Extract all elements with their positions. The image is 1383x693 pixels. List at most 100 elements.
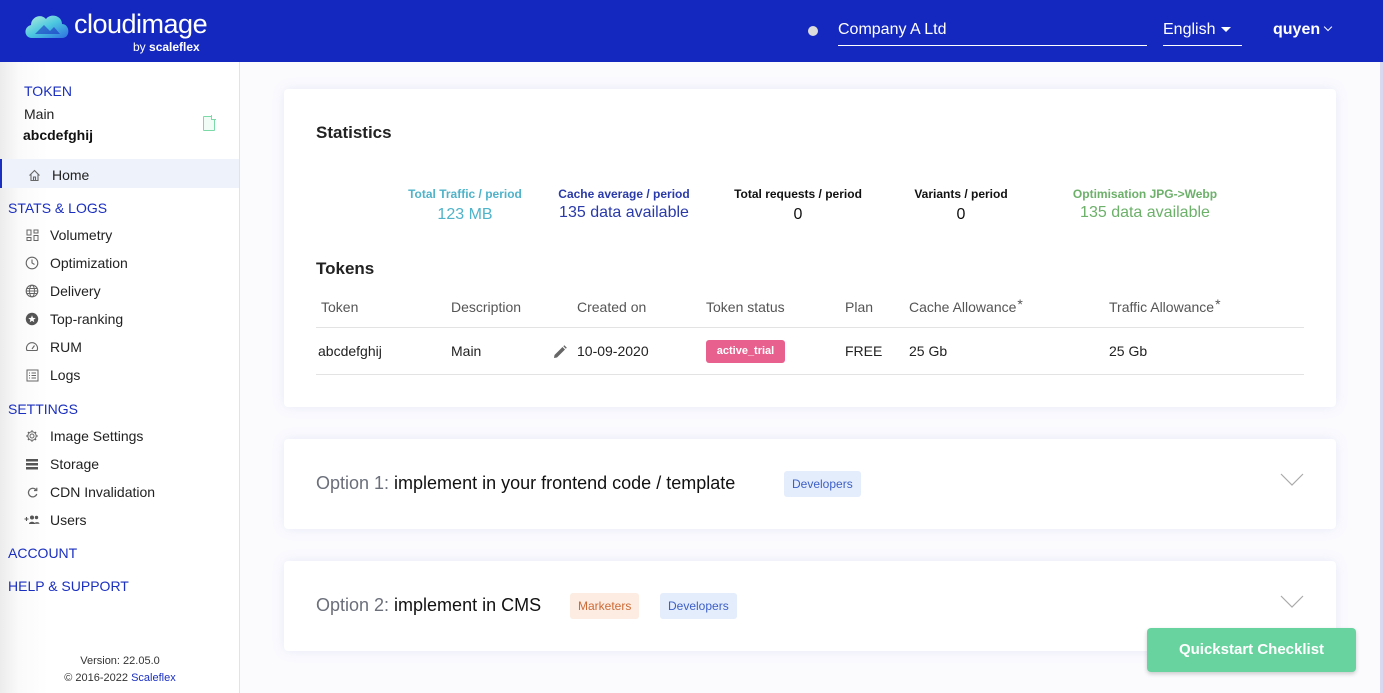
top-header: cloudimage by scaleflex Company A Ltd En… bbox=[0, 0, 1383, 62]
stat-label: Total Traffic / period bbox=[408, 187, 522, 201]
sidebar-item-image-settings[interactable]: Image Settings bbox=[24, 425, 143, 447]
stat-optimisation-webp: Optimisation JPG->Webp 135 data availabl… bbox=[1070, 187, 1220, 222]
clock-icon bbox=[24, 255, 40, 271]
refresh-icon bbox=[24, 484, 40, 500]
stat-total-traffic: Total Traffic / period 123 MB bbox=[396, 187, 534, 224]
token-description: Main bbox=[24, 106, 55, 122]
sidebar-item-home[interactable]: Home bbox=[26, 164, 89, 186]
copyright-text: © 2016-2022 Scaleflex bbox=[64, 672, 176, 684]
pencil-edit-icon[interactable] bbox=[552, 344, 568, 360]
version-text: Version: 22.05.0 bbox=[80, 655, 160, 667]
status-badge: active_trial bbox=[706, 340, 785, 363]
caret-down-icon bbox=[1221, 27, 1232, 33]
tag-developers: Developers bbox=[660, 593, 737, 619]
gear-icon bbox=[24, 428, 40, 444]
chevron-down-icon bbox=[1323, 22, 1333, 32]
stat-cache-average: Cache average / period 135 data availabl… bbox=[552, 187, 696, 222]
cell-created-on: 10-09-2020 bbox=[577, 343, 649, 359]
column-header-token-status: Token status bbox=[706, 299, 785, 315]
cell-description: Main bbox=[451, 343, 482, 359]
tag-marketers: Marketers bbox=[570, 593, 640, 619]
table-divider bbox=[316, 374, 1304, 375]
company-selector[interactable]: Company A Ltd bbox=[838, 18, 1147, 46]
users-icon bbox=[24, 512, 40, 528]
column-header-token: Token bbox=[321, 299, 359, 315]
list-icon bbox=[24, 367, 40, 383]
user-name: quyen bbox=[1273, 21, 1321, 38]
token-label: TOKEN bbox=[24, 83, 72, 99]
stat-label: Variants / period bbox=[914, 187, 1008, 201]
cell-traffic-allowance: 25 Gb bbox=[1109, 343, 1148, 359]
user-menu[interactable]: quyen bbox=[1273, 21, 1333, 39]
sidebar-item-label: Home bbox=[52, 167, 90, 183]
storage-icon bbox=[24, 456, 40, 472]
language-selector[interactable]: English bbox=[1163, 18, 1242, 46]
column-header-description: Description bbox=[451, 299, 522, 315]
column-header-cache-allowance: Cache Allowance* bbox=[909, 296, 1023, 315]
sidebar-item-top-ranking[interactable]: Top-ranking bbox=[24, 308, 123, 330]
tag-developers: Developers bbox=[784, 471, 861, 497]
stat-label: Optimisation JPG->Webp bbox=[1072, 187, 1218, 201]
stat-value: 0 bbox=[956, 206, 966, 223]
cloud-logo-icon bbox=[25, 15, 69, 38]
sidebar-section-settings[interactable]: SETTINGS bbox=[8, 401, 78, 417]
stat-variants: Variants / period 0 bbox=[904, 187, 1018, 224]
sidebar-item-storage[interactable]: Storage bbox=[24, 453, 99, 475]
sidebar-section-help-support[interactable]: HELP & SUPPORT bbox=[8, 578, 129, 594]
cell-token: abcdefghij bbox=[318, 343, 382, 359]
stat-value: 0 bbox=[793, 206, 803, 223]
sidebar-item-users[interactable]: Users bbox=[24, 509, 87, 531]
sidebar-item-optimization[interactable]: Optimization bbox=[24, 252, 128, 274]
sidebar-item-rum[interactable]: RUM bbox=[24, 336, 82, 358]
option-1-title: Option 1: implement in your frontend cod… bbox=[316, 473, 736, 493]
column-header-traffic-allowance: Traffic Allowance* bbox=[1109, 296, 1221, 315]
star-circle-icon bbox=[24, 311, 40, 327]
sidebar-item-label: Delivery bbox=[50, 283, 101, 299]
language-label: English bbox=[1163, 21, 1216, 38]
token-value: abcdefghij bbox=[23, 127, 94, 143]
sidebar-section-stats-logs[interactable]: STATS & LOGS bbox=[8, 200, 107, 216]
stat-total-requests: Total requests / period 0 bbox=[730, 187, 866, 224]
option-1-accordion[interactable]: Option 1: implement in your frontend cod… bbox=[284, 439, 1336, 529]
column-header-created-on: Created on bbox=[577, 299, 647, 315]
cloudimage-logo[interactable]: cloudimage by scaleflex bbox=[22, 8, 222, 56]
home-icon bbox=[26, 167, 42, 183]
sidebar-item-label: RUM bbox=[50, 339, 82, 355]
statistics-title: Statistics bbox=[316, 123, 392, 142]
sidebar-item-label: Top-ranking bbox=[50, 311, 124, 327]
brand-subtitle: by scaleflex bbox=[133, 40, 200, 54]
grid-icon bbox=[24, 227, 40, 243]
tokens-title: Tokens bbox=[316, 259, 375, 278]
sidebar-item-label: Volumetry bbox=[50, 227, 113, 243]
copy-icon[interactable] bbox=[203, 115, 216, 131]
statistics-card: Statistics Total Traffic / period 123 MB… bbox=[284, 89, 1336, 407]
sidebar-item-logs[interactable]: Logs bbox=[24, 364, 80, 386]
table-divider bbox=[316, 327, 1304, 328]
stat-value: 135 data available bbox=[1080, 204, 1210, 221]
cell-cache-allowance: 25 Gb bbox=[909, 343, 948, 359]
chevron-down-icon[interactable] bbox=[1280, 473, 1304, 487]
sidebar-section-account[interactable]: ACCOUNT bbox=[8, 545, 77, 561]
stat-value: 123 MB bbox=[437, 206, 493, 223]
sidebar-item-label: Logs bbox=[50, 367, 81, 383]
chevron-down-icon[interactable] bbox=[1280, 595, 1304, 609]
cell-plan: FREE bbox=[845, 343, 883, 359]
sidebar-item-label: Users bbox=[50, 512, 87, 528]
sidebar-item-label: Image Settings bbox=[50, 428, 144, 444]
sidebar-item-label: Storage bbox=[50, 456, 100, 472]
status-dot bbox=[808, 26, 818, 36]
sidebar-item-label: Optimization bbox=[50, 255, 128, 271]
sidebar-item-label: CDN Invalidation bbox=[50, 484, 156, 500]
globe-icon bbox=[24, 283, 40, 299]
sidebar: TOKEN Main abcdefghij Home STATS & LOGS … bbox=[0, 62, 240, 693]
sidebar-item-cdn-invalidation[interactable]: CDN Invalidation bbox=[24, 481, 155, 503]
sidebar-item-volumetry[interactable]: Volumetry bbox=[24, 224, 112, 246]
brand-name: cloudimage bbox=[74, 9, 208, 39]
quickstart-checklist-button[interactable]: Quickstart Checklist bbox=[1147, 628, 1356, 672]
column-header-plan: Plan bbox=[845, 299, 874, 315]
gauge-icon bbox=[24, 339, 40, 355]
stat-label: Total requests / period bbox=[734, 187, 862, 201]
sidebar-item-delivery[interactable]: Delivery bbox=[24, 280, 101, 302]
scaleflex-link[interactable]: Scaleflex bbox=[131, 672, 176, 684]
stat-value: 135 data available bbox=[559, 204, 689, 221]
